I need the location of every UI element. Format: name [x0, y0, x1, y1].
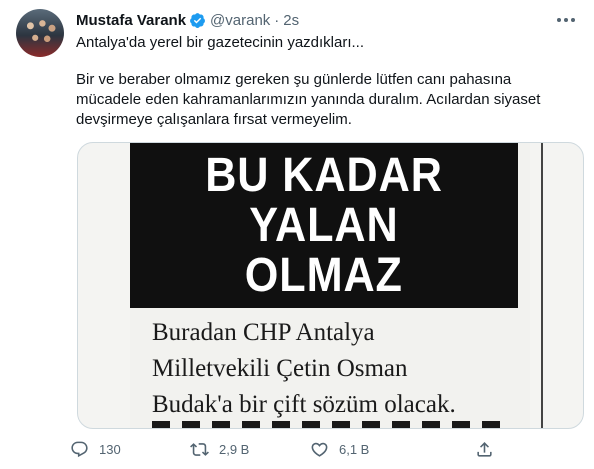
heart-icon [311, 442, 328, 457]
like-count: 6,1 B [339, 441, 370, 457]
tweet-media-image[interactable]: BU KADAR YALAN OLMAZ Buradan CHP Antalya… [77, 142, 584, 429]
share-button[interactable] [475, 437, 504, 461]
headline-line: OLMAZ [244, 248, 404, 302]
author-name[interactable]: Mustafa Varank [76, 12, 186, 29]
retweet-icon [190, 442, 209, 456]
column-rule [541, 143, 543, 428]
retweet-count: 2,9 B [219, 441, 250, 457]
retweet-button[interactable]: 2,9 B [190, 437, 249, 461]
more-icon[interactable] [554, 8, 578, 32]
reply-icon [71, 441, 88, 457]
tweet-text-line1: Antalya'da yerel bir gazetecinin yazdıkl… [76, 34, 365, 51]
like-button[interactable]: 6,1 B [310, 437, 369, 461]
tweet-header: Mustafa Varank @varank · 2s [76, 10, 299, 30]
body-line: Milletvekili Çetin Osman [152, 355, 408, 382]
reply-count: 130 [99, 441, 121, 457]
cut-off-text-line [152, 421, 512, 428]
headline-line: YALAN [249, 198, 399, 252]
tweet-text-paragraph: Bir ve beraber olmamız gereken şu günler… [76, 71, 541, 128]
separator-dot: · [274, 11, 280, 29]
body-line: Budak'a bir çift sözüm olacak. [152, 391, 456, 418]
newspaper-body: Buradan CHP Antalya Milletvekili Çetin O… [152, 315, 532, 423]
avatar[interactable] [16, 9, 64, 57]
verified-badge-icon [189, 12, 206, 29]
tweet-time[interactable]: 2s [283, 12, 299, 29]
reply-button[interactable]: 130 [70, 437, 121, 461]
headline-line: BU KADAR [205, 148, 443, 202]
body-line: Buradan CHP Antalya [152, 319, 375, 346]
share-icon [477, 441, 492, 457]
author-handle[interactable]: @varank [210, 12, 270, 29]
newspaper-headline-box: BU KADAR YALAN OLMAZ [130, 143, 518, 308]
tweet-actions: 130 2,9 B 6,1 B [70, 437, 500, 461]
